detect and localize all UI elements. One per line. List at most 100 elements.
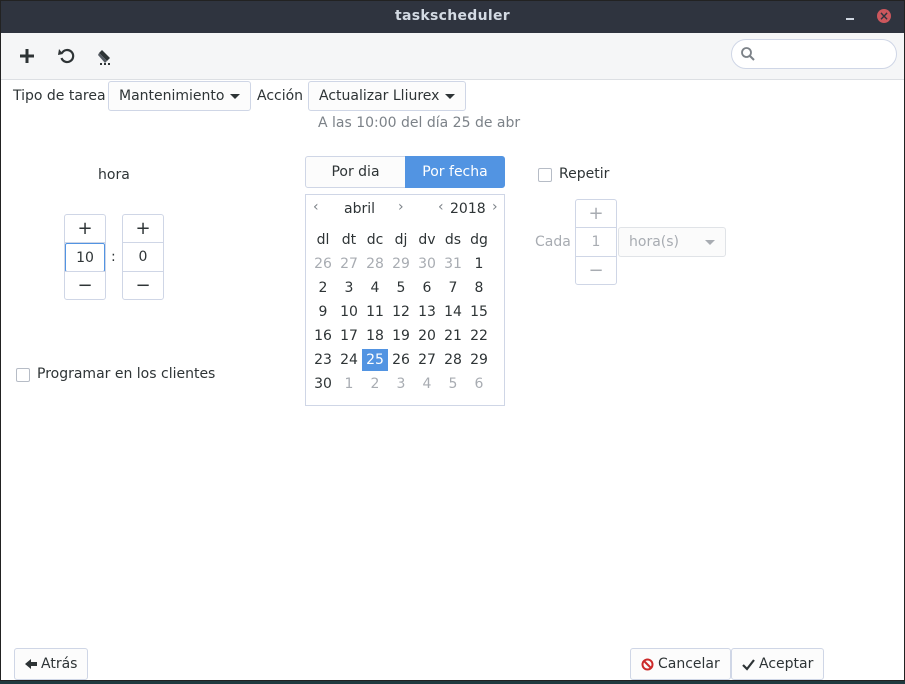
- calendar-day[interactable]: 28: [362, 253, 388, 275]
- minimize-button[interactable]: [841, 7, 859, 25]
- calendar-day[interactable]: 19: [388, 325, 414, 347]
- chevron-down-icon: [445, 93, 456, 99]
- calendar-day[interactable]: 24: [336, 349, 362, 371]
- calendar-day[interactable]: 6: [466, 373, 492, 395]
- edit-button[interactable]: [93, 43, 119, 69]
- weekday-header: dj: [394, 232, 408, 248]
- calendar-day[interactable]: 29: [466, 349, 492, 371]
- calendar-day[interactable]: 6: [414, 277, 440, 299]
- next-year-button[interactable]: ›: [492, 199, 498, 215]
- calendar-day[interactable]: 11: [362, 301, 388, 323]
- calendar-day[interactable]: 5: [440, 373, 466, 395]
- calendar: ‹ abril › ‹ 2018 › dl dt dc dj dv ds dg 26 27 28 2…: [305, 194, 505, 406]
- search-box[interactable]: [731, 39, 897, 69]
- calendar-day[interactable]: 12: [388, 301, 414, 323]
- cancel-icon: [641, 658, 654, 671]
- window-title: taskscheduler: [395, 8, 510, 24]
- interval-unit-combo[interactable]: hora(s): [618, 227, 726, 257]
- calendar-day[interactable]: 5: [388, 277, 414, 299]
- calendar-day[interactable]: 23: [310, 349, 336, 371]
- calendar-day[interactable]: 4: [414, 373, 440, 395]
- prev-month-button[interactable]: ‹: [313, 199, 319, 215]
- calendar-day[interactable]: 10: [336, 301, 362, 323]
- back-label: Atrás: [41, 656, 78, 672]
- interval-input[interactable]: 1: [576, 228, 616, 257]
- time-separator: :: [111, 249, 116, 265]
- clients-checkbox[interactable]: [16, 368, 30, 382]
- calendar-day[interactable]: 3: [336, 277, 362, 299]
- calendar-day[interactable]: 30: [414, 253, 440, 275]
- calendar-day[interactable]: 15: [466, 301, 492, 323]
- calendar-day[interactable]: 28: [440, 349, 466, 371]
- calendar-day[interactable]: 17: [336, 325, 362, 347]
- clients-label: Programar en los clientes: [37, 366, 216, 382]
- hour-input[interactable]: 10: [65, 243, 105, 272]
- repeat-checkbox[interactable]: [538, 168, 552, 182]
- back-button[interactable]: Atrás: [14, 648, 89, 680]
- chevron-down-icon: [230, 93, 241, 99]
- calendar-day[interactable]: 8: [466, 277, 492, 299]
- calendar-day[interactable]: 9: [310, 301, 336, 323]
- action-combo[interactable]: Actualizar Lliurex: [308, 81, 467, 111]
- task-type-label: Tipo de tarea: [13, 88, 106, 104]
- every-label: Cada: [535, 234, 571, 250]
- accept-label: Aceptar: [759, 656, 814, 672]
- weekday-header: ds: [444, 232, 462, 248]
- minute-input[interactable]: 0: [123, 243, 163, 272]
- interval-unit-value: hora(s): [629, 234, 679, 250]
- calendar-day[interactable]: 1: [466, 253, 492, 275]
- calendar-day[interactable]: 14: [440, 301, 466, 323]
- calendar-day-selected[interactable]: 25: [362, 349, 388, 371]
- undo-button[interactable]: [54, 43, 80, 69]
- calendar-day[interactable]: 29: [388, 253, 414, 275]
- calendar-day[interactable]: 27: [414, 349, 440, 371]
- calendar-day[interactable]: 1: [336, 373, 362, 395]
- minute-decrement-button[interactable]: −: [123, 271, 163, 299]
- add-task-button[interactable]: [14, 43, 40, 69]
- calendar-month: abril: [344, 201, 376, 217]
- hour-increment-button[interactable]: +: [65, 215, 105, 243]
- calendar-day[interactable]: 2: [310, 277, 336, 299]
- check-icon: [742, 658, 755, 671]
- schedule-summary: A las 10:00 del día 25 de abr: [318, 115, 521, 131]
- next-month-button[interactable]: ›: [398, 199, 404, 215]
- calendar-day[interactable]: 30: [310, 373, 336, 395]
- minute-spinner: + 0 −: [122, 214, 164, 300]
- cancel-label: Cancelar: [658, 656, 720, 672]
- search-input[interactable]: [760, 44, 892, 66]
- calendar-day[interactable]: 27: [336, 253, 362, 275]
- accept-button[interactable]: Aceptar: [731, 648, 825, 680]
- arrow-left-icon: [25, 658, 37, 670]
- hour-spinner: + 10 −: [64, 214, 106, 300]
- calendar-day[interactable]: 16: [310, 325, 336, 347]
- minute-increment-button[interactable]: +: [123, 215, 163, 243]
- cancel-button[interactable]: Cancelar: [630, 648, 731, 680]
- calendar-day[interactable]: 20: [414, 325, 440, 347]
- hour-decrement-button[interactable]: −: [65, 271, 105, 299]
- task-type-combo[interactable]: Mantenimiento: [108, 81, 252, 111]
- interval-increment-button[interactable]: +: [576, 200, 616, 228]
- action-value: Actualizar Lliurex: [319, 88, 440, 104]
- calendar-day[interactable]: 26: [388, 349, 414, 371]
- toolbar: [1, 33, 904, 80]
- tab-por-fecha[interactable]: Por fecha: [405, 156, 505, 188]
- repeat-label: Repetir: [559, 166, 610, 182]
- hour-label: hora: [98, 167, 130, 183]
- app-window: taskscheduler × Tipo de tarea Mantenimie…: [0, 0, 905, 681]
- calendar-day[interactable]: 2: [362, 373, 388, 395]
- calendar-day[interactable]: 26: [310, 253, 336, 275]
- tab-por-dia[interactable]: Por dia: [305, 156, 406, 188]
- calendar-day[interactable]: 4: [362, 277, 388, 299]
- calendar-day[interactable]: 21: [440, 325, 466, 347]
- calendar-day[interactable]: 3: [388, 373, 414, 395]
- calendar-day[interactable]: 7: [440, 277, 466, 299]
- calendar-day[interactable]: 18: [362, 325, 388, 347]
- prev-year-button[interactable]: ‹: [438, 199, 444, 215]
- calendar-day[interactable]: 31: [440, 253, 466, 275]
- interval-spinner: + 1 −: [575, 199, 617, 285]
- close-button[interactable]: ×: [877, 9, 891, 23]
- calendar-day[interactable]: 13: [414, 301, 440, 323]
- interval-decrement-button[interactable]: −: [576, 256, 616, 284]
- calendar-day[interactable]: 22: [466, 325, 492, 347]
- chevron-down-icon: [705, 239, 715, 245]
